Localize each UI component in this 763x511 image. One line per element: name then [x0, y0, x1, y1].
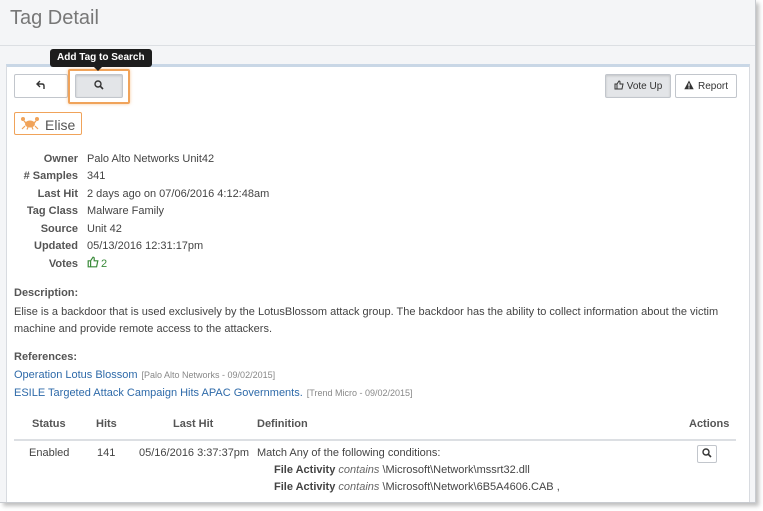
- report-label: Report: [697, 80, 728, 92]
- info-label: Tag Class: [26, 205, 78, 218]
- info-label: # Samples: [23, 170, 78, 183]
- reference-item: Operation Lotus Blossom [Palo Alto Networ…: [14, 369, 275, 381]
- info-row-samples: # Samples 341: [14, 168, 269, 186]
- row-condition: File Activity contains \Microsoft\Networ…: [274, 464, 530, 476]
- tag-info: Owner Palo Alto Networks Unit42 # Sample…: [14, 150, 270, 273]
- references-heading: References:: [14, 351, 77, 363]
- thumbs-up-icon: [87, 256, 99, 271]
- tag-detail-panel: [6, 64, 750, 502]
- table-header-divider: [14, 439, 736, 441]
- reference-item: ESILE Targeted Attack Campaign Hits APAC…: [14, 387, 413, 399]
- row-last-hit: 05/16/2016 3:37:37pm: [139, 447, 250, 459]
- column-header-status: Status: [32, 418, 66, 430]
- reference-link[interactable]: Operation Lotus Blossom: [14, 369, 138, 381]
- condition-operator: contains: [338, 481, 380, 493]
- row-definition-intro: Match Any of the following conditions:: [257, 447, 441, 459]
- page-header: Tag Detail: [0, 0, 755, 46]
- thumbs-up-icon: [614, 79, 624, 93]
- report-button[interactable]: Report: [675, 74, 737, 98]
- tooltip: Add Tag to Search: [50, 49, 152, 71]
- reference-source: [Trend Micro - 09/02/2015]: [306, 388, 413, 398]
- description-text: Elise is a backdoor that is used exclusi…: [14, 306, 719, 335]
- search-button-highlight: [68, 69, 130, 104]
- column-header-hits: Hits: [96, 418, 117, 430]
- info-value: Malware Family: [87, 205, 165, 218]
- condition-value: \Microsoft\Network\mssrt32.dll: [382, 464, 530, 476]
- info-value: 05/13/2016 12:31:17pm: [87, 240, 204, 253]
- info-value: 2 days ago on 07/06/2016 4:12:48am: [87, 187, 270, 200]
- vote-up-button[interactable]: Vote Up: [605, 74, 671, 98]
- search-icon: [702, 447, 712, 461]
- reference-link[interactable]: ESILE Targeted Attack Campaign Hits APAC…: [14, 387, 303, 399]
- row-search-button[interactable]: [697, 445, 717, 463]
- info-row-votes: Votes 2: [14, 255, 269, 273]
- tag-name: Elise: [45, 116, 76, 133]
- info-row-tag-class: Tag Class Malware Family: [14, 203, 269, 221]
- row-hits: 141: [97, 447, 116, 459]
- info-value: Palo Alto Networks Unit42: [87, 152, 215, 165]
- info-label: Owner: [43, 152, 78, 165]
- info-value: 341: [87, 170, 106, 183]
- page-title: Tag Detail: [10, 7, 99, 29]
- warning-icon: [684, 80, 694, 93]
- condition-operator: contains: [338, 464, 380, 476]
- crab-icon: [20, 116, 40, 133]
- condition-field: File Activity: [274, 481, 336, 493]
- condition-value: \Microsoft\Network\6B5A4606.CAB ,: [382, 481, 560, 493]
- back-button[interactable]: [14, 74, 68, 98]
- tag-detail-window: Tag Detail Add Tag to Search Vote Up Rep…: [0, 0, 756, 503]
- info-row-source: Source Unit 42: [14, 220, 269, 238]
- column-header-definition: Definition: [257, 418, 308, 430]
- info-label: Source: [40, 222, 78, 235]
- tag-chip: Elise: [14, 112, 83, 135]
- column-header-actions: Actions: [689, 418, 730, 430]
- info-value: Unit 42: [87, 222, 122, 235]
- info-label: Votes: [48, 257, 78, 270]
- info-row-owner: Owner Palo Alto Networks Unit42: [14, 150, 269, 168]
- info-row-updated: Updated 05/13/2016 12:31:17pm: [14, 238, 269, 256]
- info-label: Updated: [34, 240, 78, 253]
- vote-up-label: Vote Up: [626, 80, 663, 92]
- description-heading: Description:: [14, 287, 79, 299]
- votes-count: 2: [101, 257, 108, 270]
- row-condition: File Activity contains \Microsoft\Networ…: [274, 481, 560, 493]
- condition-field: File Activity: [274, 464, 336, 476]
- info-label: Last Hit: [37, 187, 78, 200]
- reference-source: [Palo Alto Networks - 09/02/2015]: [141, 370, 276, 380]
- column-header-last-hit: Last Hit: [173, 418, 214, 430]
- info-row-last-hit: Last Hit 2 days ago on 07/06/2016 4:12:4…: [14, 185, 270, 203]
- votes-value: 2: [87, 256, 107, 271]
- back-arrow-icon: [36, 80, 46, 93]
- row-status: Enabled: [29, 447, 70, 459]
